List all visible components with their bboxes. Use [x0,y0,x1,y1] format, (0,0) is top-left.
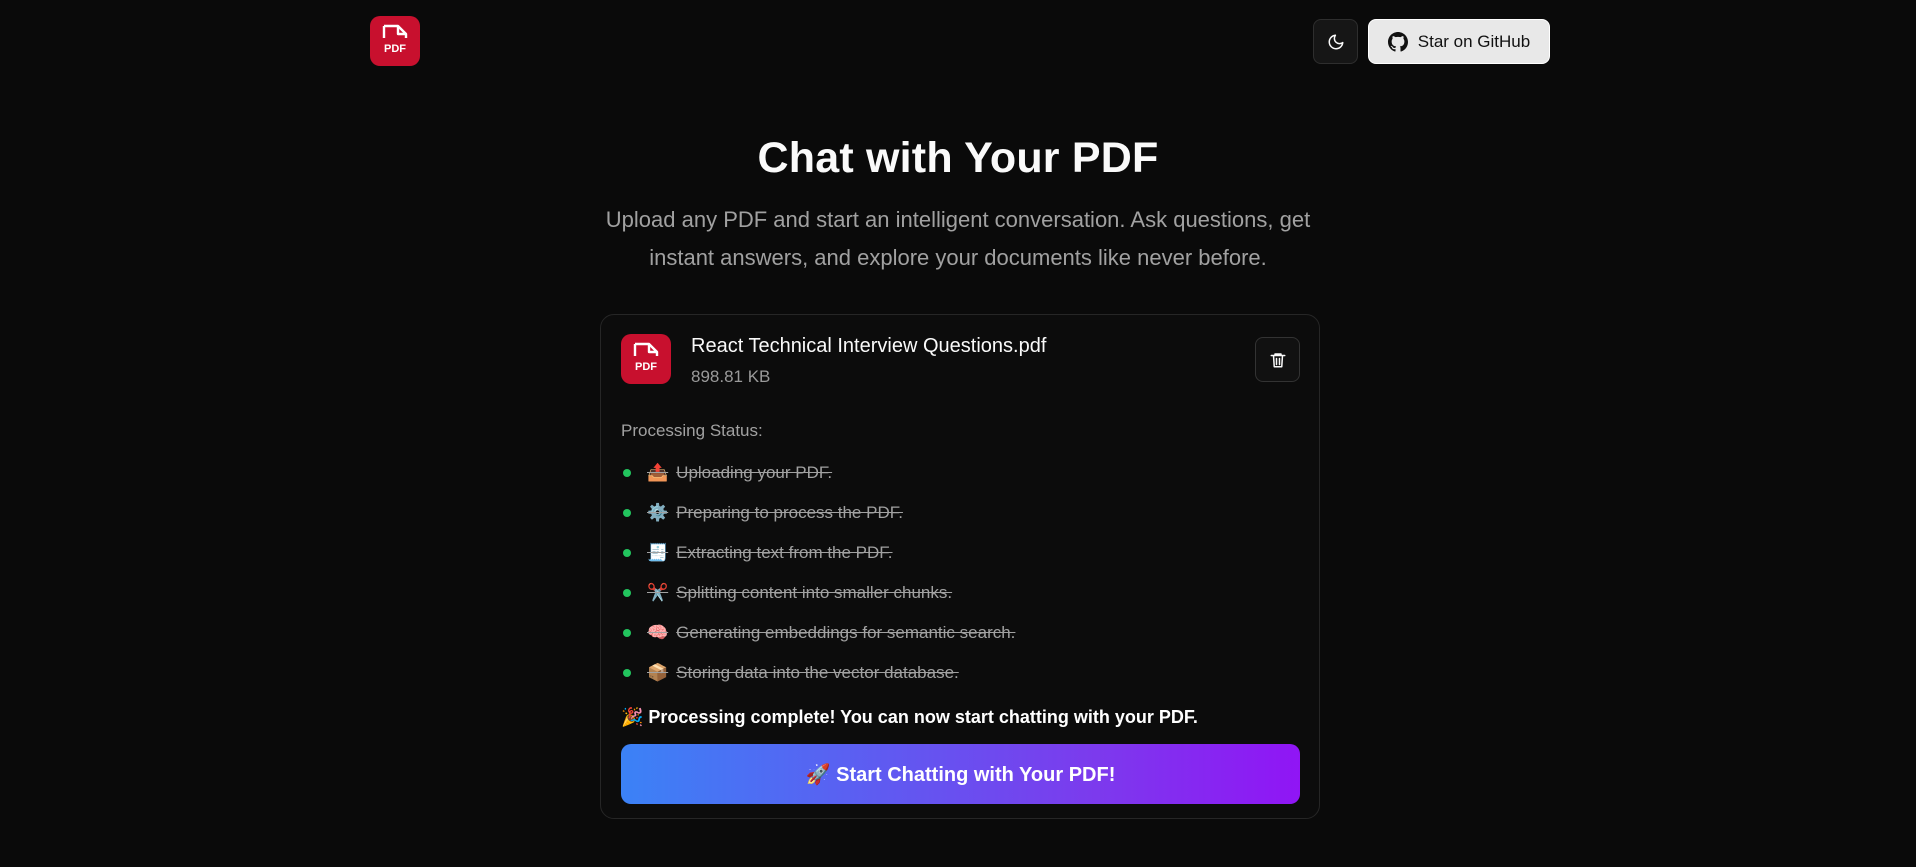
status-dot-icon [623,509,631,517]
file-pdf-icon: PDF [382,24,408,55]
processing-step: ⚙️ Preparing to process the PDF. [621,493,1301,533]
start-chatting-button[interactable]: 🚀 Start Chatting with Your PDF! [621,744,1300,804]
status-dot-icon [623,589,631,597]
processing-step: ✂️ Splitting content into smaller chunks. [621,573,1301,613]
logo-text: PDF [384,43,406,55]
status-dot-icon [623,549,631,557]
moon-icon [1328,34,1343,49]
processing-status-label: Processing Status: [621,421,763,440]
file-icon-text: PDF [635,361,657,373]
step-emoji: 📦 [647,663,669,682]
step-label: Preparing to process the PDF. [676,503,903,522]
status-dot-icon [623,669,631,677]
file-pdf-icon: PDF [621,334,671,384]
page-title: Chat with Your PDF [757,134,1159,182]
step-label: Generating embeddings for semantic searc… [676,623,1016,642]
trash-icon [1270,352,1285,367]
processing-step: 🧾 Extracting text from the PDF. [621,533,1301,573]
page-subtitle: Upload any PDF and start an intelligent … [605,207,1311,270]
github-icon [1387,31,1408,52]
processing-complete-message: 🎉 Processing complete! You can now start… [621,707,1198,727]
step-emoji: 🧾 [647,543,669,562]
step-emoji: 📤 [647,463,669,482]
pdf-document-icon: PDF [633,342,659,373]
step-label: Splitting content into smaller chunks. [676,583,953,602]
file-size: 898.81 KB [691,367,771,386]
step-label: Extracting text from the PDF. [676,543,893,562]
step-text: 📦 Storing data into the vector database. [647,663,959,683]
processing-step: 📤 Uploading your PDF. [621,453,1301,493]
github-button-label: Star on GitHub [1417,31,1531,51]
status-dot-icon [623,629,631,637]
file-name: React Technical Interview Questions.pdf [691,335,1047,357]
star-on-github-button[interactable]: Star on GitHub [1368,19,1550,64]
step-text: 🧾 Extracting text from the PDF. [647,543,893,563]
step-text: ✂️ Splitting content into smaller chunks. [647,583,952,603]
step-label: Storing data into the vector database. [676,663,959,682]
step-label: Uploading your PDF. [676,463,833,482]
processing-step: 📦 Storing data into the vector database. [621,653,1301,693]
processing-step: 🧠 Generating embeddings for semantic sear… [621,613,1301,653]
step-emoji: 🧠 [647,623,669,642]
status-dot-icon [623,469,631,477]
theme-toggle-button[interactable] [1313,19,1358,64]
step-text: 📤 Uploading your PDF. [647,463,832,483]
delete-file-button[interactable] [1255,337,1300,382]
step-emoji: ⚙️ [647,503,669,522]
top-bar: PDF Star on GitHub [0,0,1916,82]
processing-steps-list: 📤 Uploading your PDF. ⚙️ Preparing to proc… [621,453,1301,693]
pdf-logo-icon[interactable]: PDF [370,16,420,66]
step-text: ⚙️ Preparing to process the PDF. [647,503,903,523]
step-emoji: ✂️ [647,583,669,602]
step-text: 🧠 Generating embeddings for semantic sear… [647,623,1015,643]
upload-card: PDF React Technical Interview Questions.… [600,314,1320,819]
